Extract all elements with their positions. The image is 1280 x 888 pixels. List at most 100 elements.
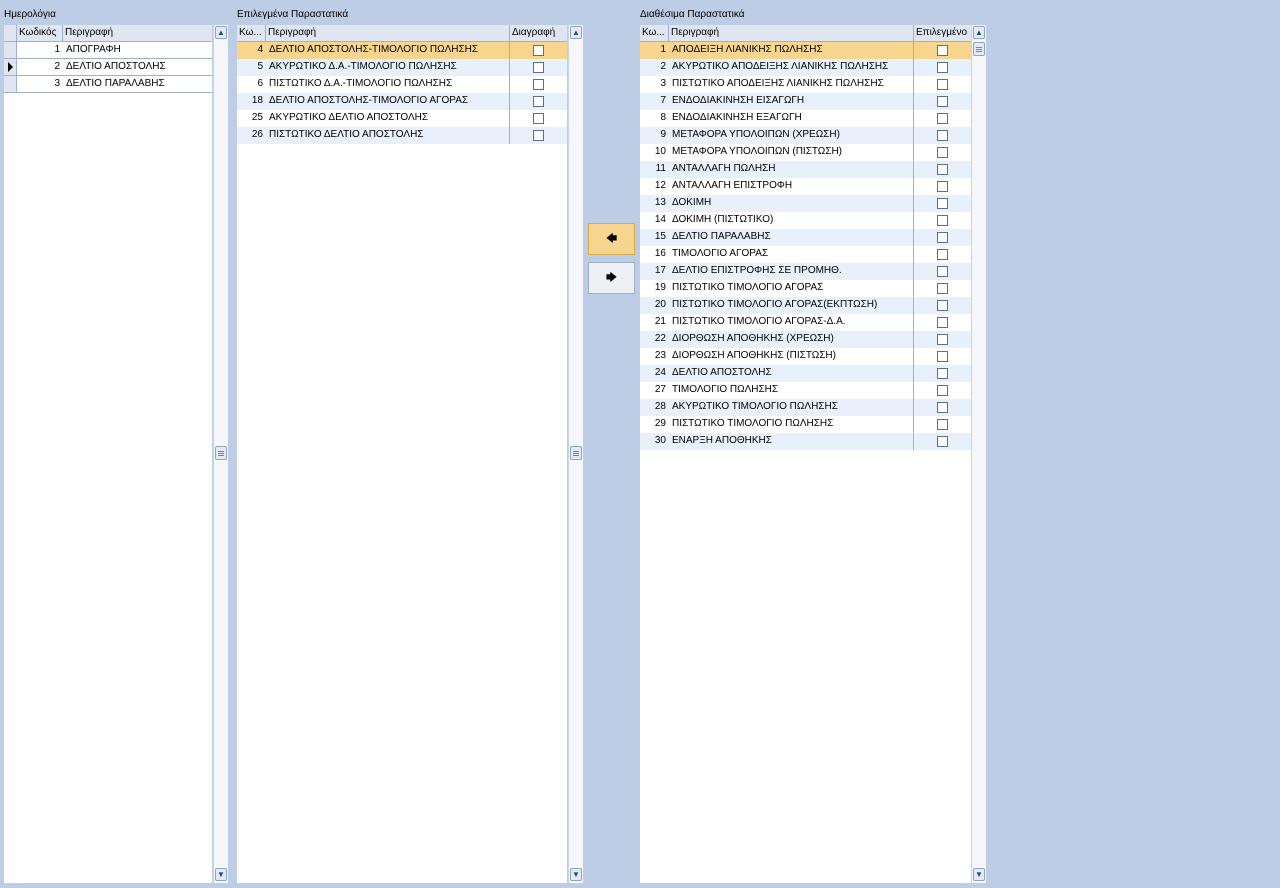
chosen-checkbox[interactable] [937, 147, 948, 158]
chosen-checkbox[interactable] [937, 130, 948, 141]
delete-checkbox[interactable] [533, 45, 544, 56]
table-row[interactable]: 28 ΑΚΥΡΩΤΙΚΟ ΤΙΜΟΛΟΓΙΟ ΠΩΛΗΣΗΣ [640, 399, 971, 416]
scroll-grip-icon[interactable] [570, 446, 582, 460]
table-row[interactable]: 22 ΔΙΟΡΘΩΣΗ ΑΠΟΘΗΚΗΣ (ΧΡΕΩΣΗ) [640, 331, 971, 348]
available-header-code[interactable]: Κω... [640, 25, 669, 41]
table-row[interactable]: 19 ΠΙΣΤΩΤΙΚΟ ΤΙΜΟΛΟΓΙΟ ΑΓΟΡΑΣ [640, 280, 971, 297]
chosen-checkbox[interactable] [937, 419, 948, 430]
table-row[interactable]: 8 ΕΝΔΟΔΙΑΚΙΝΗΣΗ ΕΞΑΓΩΓΗ [640, 110, 971, 127]
table-row[interactable]: 21 ΠΙΣΤΩΤΙΚΟ ΤΙΜΟΛΟΓΙΟ ΑΓΟΡΑΣ-Δ.Α. [640, 314, 971, 331]
table-row[interactable]: 4 ΔΕΛΤΙΟ ΑΠΟΣΤΟΛΗΣ-ΤΙΜΟΛΟΓΙΟ ΠΩΛΗΣΗΣ [237, 42, 567, 59]
table-row[interactable]: 13 ΔΟΚΙΜΗ [640, 195, 971, 212]
row-code: 9 [660, 129, 666, 140]
chosen-checkbox[interactable] [937, 351, 948, 362]
current-row-icon [7, 62, 13, 72]
chosen-checkbox[interactable] [937, 436, 948, 447]
scroll-up-icon[interactable]: ▲ [570, 26, 582, 39]
remove-document-button[interactable]: 🡆 [588, 262, 635, 294]
scroll-down-icon[interactable]: ▼ [570, 868, 582, 881]
journals-body: 1 ΑΠΟΓΡΑΦΗ 2 ΔΕΛΤΙΟ ΑΠΟΣΤΟΛΗΣ 3 ΔΕΛΤΙΟ ΠΑΡΑΛΑ… [4, 42, 212, 93]
row-desc: ΑΚΥΡΩΤΙΚΟ ΔΕΛΤΙΟ ΑΠΟΣΤΟΛΗΣ [266, 110, 510, 127]
add-document-button[interactable]: 🡄 [588, 223, 635, 255]
chosen-checkbox[interactable] [937, 45, 948, 56]
table-row[interactable]: 14 ΔΟΚΙΜΗ (ΠΙΣΤΩΤΙΚΟ) [640, 212, 971, 229]
chosen-checkbox[interactable] [937, 62, 948, 73]
selected-header-delete[interactable]: Διαγραφή [510, 25, 567, 41]
chosen-checkbox[interactable] [937, 79, 948, 90]
chosen-checkbox[interactable] [937, 164, 948, 175]
chosen-checkbox[interactable] [937, 181, 948, 192]
row-indicator[interactable] [4, 59, 17, 75]
table-row[interactable]: 10 ΜΕΤΑΦΟΡΑ ΥΠΟΛΟΙΠΩΝ (ΠΙΣΤΩΣΗ) [640, 144, 971, 161]
delete-checkbox[interactable] [533, 130, 544, 141]
scroll-grip-icon[interactable] [973, 42, 985, 56]
scroll-up-icon[interactable]: ▲ [215, 26, 227, 39]
row-indicator[interactable] [4, 42, 17, 58]
row-code: 30 [654, 435, 666, 446]
table-row[interactable]: 12 ΑΝΤΑΛΛΑΓΗ ΕΠΙΣΤΡΟΦΗ [640, 178, 971, 195]
journals-header-desc[interactable]: Περιγραφή [63, 25, 212, 41]
table-row[interactable]: 3 ΠΙΣΤΩΤΙΚΟ ΑΠΟΔΕΙΞΗΣ ΛΙΑΝΙΚΗΣ ΠΩΛΗΣΗΣ [640, 76, 971, 93]
table-row[interactable]: 23 ΔΙΟΡΘΩΣΗ ΑΠΟΘΗΚΗΣ (ΠΙΣΤΩΣΗ) [640, 348, 971, 365]
row-code: 5 [257, 61, 263, 72]
chosen-checkbox[interactable] [937, 198, 948, 209]
selected-grid[interactable]: Κω... Περιγραφή Διαγραφή 4 ΔΕΛΤΙΟ ΑΠΟΣΤΟΛ… [237, 25, 567, 883]
scroll-down-icon[interactable]: ▼ [215, 868, 227, 881]
row-desc: ΑΝΤΑΛΛΑΓΗ ΕΠΙΣΤΡΟΦΗ [669, 178, 914, 195]
row-code: 12 [654, 180, 666, 191]
journals-grid[interactable]: Κωδικός Περιγραφή 1 ΑΠΟΓΡΑΦΗ 2 ΔΕΛΤΙΟ ΑΠΟΣΤ… [4, 25, 212, 883]
table-row[interactable]: 17 ΔΕΛΤΙΟ ΕΠΙΣΤΡΟΦΗΣ ΣΕ ΠΡΟΜΗΘ. [640, 263, 971, 280]
delete-checkbox[interactable] [533, 62, 544, 73]
chosen-checkbox[interactable] [937, 249, 948, 260]
table-row[interactable]: 25 ΑΚΥΡΩΤΙΚΟ ΔΕΛΤΙΟ ΑΠΟΣΤΟΛΗΣ [237, 110, 567, 127]
selected-header-desc[interactable]: Περιγραφή [266, 25, 510, 41]
scroll-down-icon[interactable]: ▼ [973, 868, 985, 881]
table-row[interactable]: 6 ΠΙΣΤΩΤΙΚΟ Δ.Α.-ΤΙΜΟΛΟΓΙΟ ΠΩΛΗΣΗΣ [237, 76, 567, 93]
delete-checkbox[interactable] [533, 79, 544, 90]
table-row[interactable]: 26 ΠΙΣΤΩΤΙΚΟ ΔΕΛΤΙΟ ΑΠΟΣΤΟΛΗΣ [237, 127, 567, 144]
journals-header-code[interactable]: Κωδικός [17, 25, 63, 41]
table-row[interactable]: 2 ΔΕΛΤΙΟ ΑΠΟΣΤΟΛΗΣ [4, 59, 212, 76]
table-row[interactable]: 30 ΕΝΑΡΞΗ ΑΠΟΘΗΚΗΣ [640, 433, 971, 450]
table-row[interactable]: 20 ΠΙΣΤΩΤΙΚΟ ΤΙΜΟΛΟΓΙΟ ΑΓΟΡΑΣ(ΕΚΠΤΩΣΗ) [640, 297, 971, 314]
selected-header-code[interactable]: Κω... [237, 25, 266, 41]
available-grid[interactable]: Κω... Περιγραφή Επιλεγμένο 1 ΑΠΟΔΕΙΞΗ ΛΙΑ… [640, 25, 971, 883]
table-row[interactable]: 1 ΑΠΟΔΕΙΞΗ ΛΙΑΝΙΚΗΣ ΠΩΛΗΣΗΣ [640, 42, 971, 59]
table-row[interactable]: 9 ΜΕΤΑΦΟΡΑ ΥΠΟΛΟΙΠΩΝ (ΧΡΕΩΣΗ) [640, 127, 971, 144]
chosen-checkbox[interactable] [937, 232, 948, 243]
chosen-checkbox[interactable] [937, 113, 948, 124]
journals-scrollbar[interactable]: ▲ ▼ [213, 25, 228, 883]
table-row[interactable]: 16 ΤΙΜΟΛΟΓΙΟ ΑΓΟΡΑΣ [640, 246, 971, 263]
delete-checkbox[interactable] [533, 96, 544, 107]
selected-scrollbar[interactable]: ▲ ▼ [568, 25, 583, 883]
available-header-chosen[interactable]: Επιλεγμένο [914, 25, 971, 41]
chosen-checkbox[interactable] [937, 283, 948, 294]
chosen-checkbox[interactable] [937, 368, 948, 379]
row-indicator[interactable] [4, 76, 17, 92]
table-row[interactable]: 2 ΑΚΥΡΩΤΙΚΟ ΑΠΟΔΕΙΞΗΣ ΛΙΑΝΙΚΗΣ ΠΩΛΗΣΗΣ [640, 59, 971, 76]
chosen-checkbox[interactable] [937, 266, 948, 277]
scroll-grip-icon[interactable] [215, 446, 227, 460]
chosen-checkbox[interactable] [937, 96, 948, 107]
delete-checkbox[interactable] [533, 113, 544, 124]
chosen-checkbox[interactable] [937, 215, 948, 226]
table-row[interactable]: 18 ΔΕΛΤΙΟ ΑΠΟΣΤΟΛΗΣ-ΤΙΜΟΛΟΓΙΟ ΑΓΟΡΑΣ [237, 93, 567, 110]
table-row[interactable]: 27 ΤΙΜΟΛΟΓΙΟ ΠΩΛΗΣΗΣ [640, 382, 971, 399]
chosen-cell [914, 433, 971, 450]
chosen-checkbox[interactable] [937, 385, 948, 396]
table-row[interactable]: 15 ΔΕΛΤΙΟ ΠΑΡΑΛΑΒΗΣ [640, 229, 971, 246]
chosen-checkbox[interactable] [937, 317, 948, 328]
available-scrollbar[interactable]: ▲ ▼ [971, 25, 986, 883]
table-row[interactable]: 29 ΠΙΣΤΩΤΙΚΟ ΤΙΜΟΛΟΓΙΟ ΠΩΛΗΣΗΣ [640, 416, 971, 433]
chosen-checkbox[interactable] [937, 334, 948, 345]
available-header-desc[interactable]: Περιγραφή [669, 25, 914, 41]
table-row[interactable]: 24 ΔΕΛΤΙΟ ΑΠΟΣΤΟΛΗΣ [640, 365, 971, 382]
table-row[interactable]: 11 ΑΝΤΑΛΛΑΓΗ ΠΩΛΗΣΗ [640, 161, 971, 178]
scroll-up-icon[interactable]: ▲ [973, 26, 985, 39]
table-row[interactable]: 5 ΑΚΥΡΩΤΙΚΟ Δ.Α.-ΤΙΜΟΛΟΓΙΟ ΠΩΛΗΣΗΣ [237, 59, 567, 76]
chosen-checkbox[interactable] [937, 402, 948, 413]
table-row[interactable]: 1 ΑΠΟΓΡΑΦΗ [4, 42, 212, 59]
table-row[interactable]: 3 ΔΕΛΤΙΟ ΠΑΡΑΛΑΒΗΣ [4, 76, 212, 93]
chosen-checkbox[interactable] [937, 300, 948, 311]
table-row[interactable]: 7 ΕΝΔΟΔΙΑΚΙΝΗΣΗ ΕΙΣΑΓΩΓΗ [640, 93, 971, 110]
